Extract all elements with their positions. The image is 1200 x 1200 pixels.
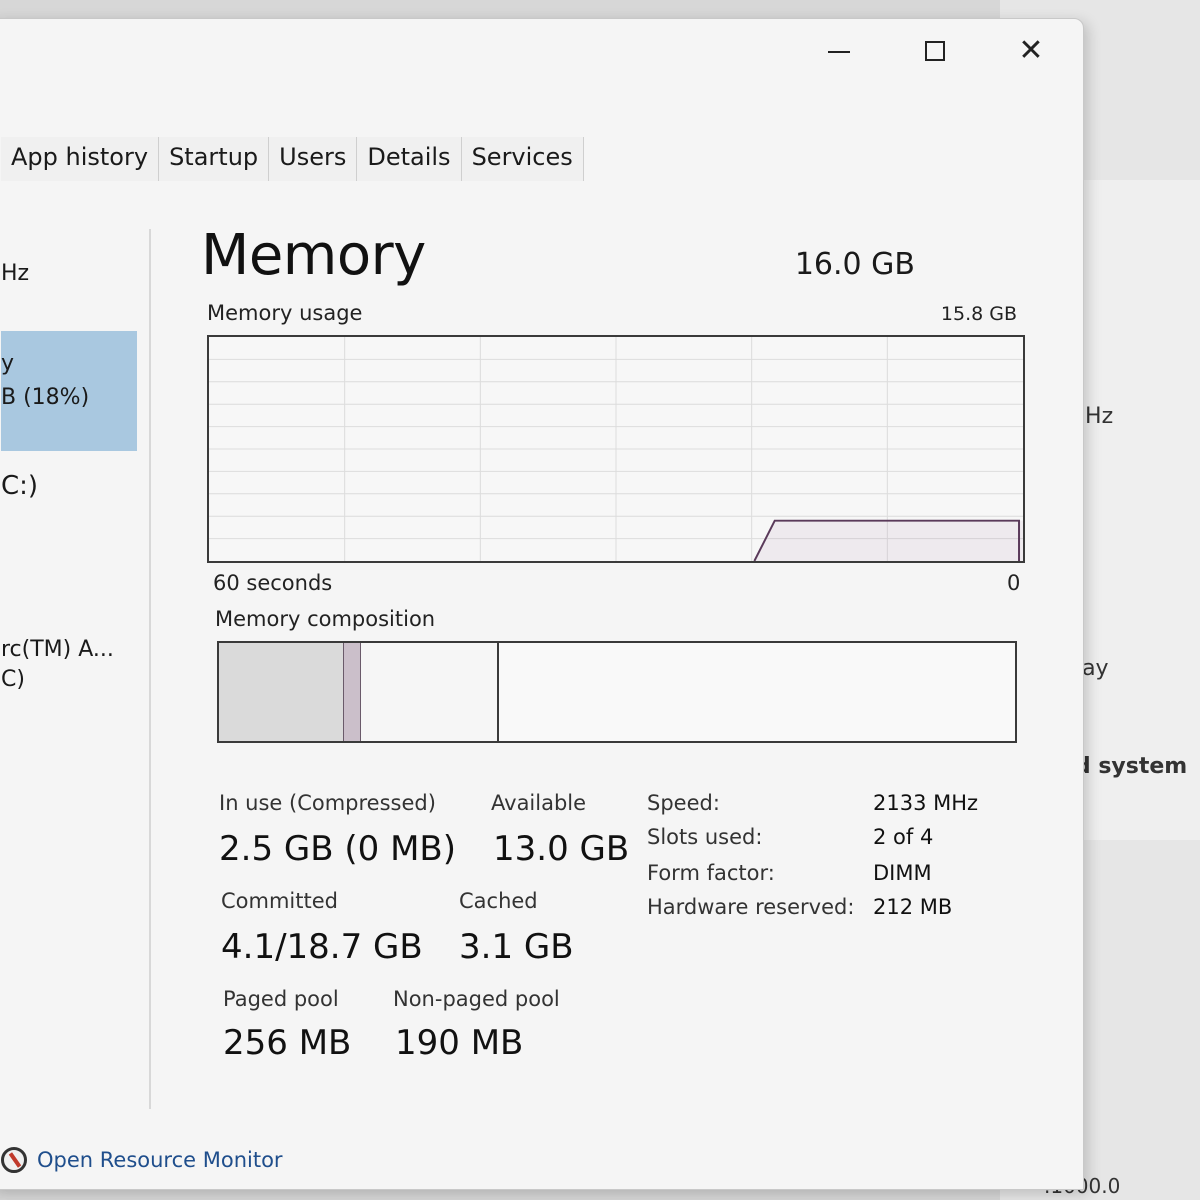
composition-standby — [361, 643, 499, 741]
non-paged-pool-label: Non-paged pool — [393, 987, 560, 1011]
sidebar-item-cpu-speed[interactable]: Hz — [1, 261, 29, 286]
tab-app-history[interactable]: App history — [1, 137, 160, 181]
tab-bar: App history Startup Users Details Servic… — [1, 137, 584, 181]
memory-usage-graph-svg — [209, 337, 1023, 561]
slots-used-value: 2 of 4 — [873, 825, 934, 849]
graph-usage-area — [754, 520, 1023, 561]
close-icon: ✕ — [1018, 33, 1044, 68]
page-title: Memory — [201, 223, 426, 288]
window-controls: ✕ — [809, 33, 1061, 69]
memory-composition-bar — [217, 641, 1017, 743]
open-resource-monitor-link[interactable]: Open Resource Monitor — [1, 1147, 283, 1173]
sidebar-item-memory-usage: B (18%) — [1, 385, 90, 410]
sidebar-divider — [149, 229, 151, 1109]
time-axis-left: 60 seconds — [213, 571, 333, 595]
sidebar-item-memory-title: y — [1, 351, 15, 376]
time-axis-right: 0 — [1007, 571, 1021, 595]
tab-users[interactable]: Users — [269, 137, 358, 181]
cached-value: 3.1 GB — [459, 927, 574, 967]
form-factor-label: Form factor: — [647, 861, 775, 885]
form-factor-value: DIMM — [873, 861, 932, 885]
available-label: Available — [491, 791, 587, 815]
composition-free — [499, 643, 1015, 741]
slots-used-label: Slots used: — [647, 825, 763, 849]
in-use-label: In use (Compressed) — [219, 791, 436, 815]
composition-modified — [343, 643, 361, 741]
paged-pool-value: 256 MB — [223, 1023, 352, 1063]
available-value: 13.0 GB — [493, 829, 630, 869]
hardware-reserved-value: 212 MB — [873, 895, 953, 919]
in-use-value: 2.5 GB (0 MB) — [219, 829, 456, 869]
memory-composition-label: Memory composition — [215, 607, 436, 631]
sidebar-item-disk[interactable]: C:) — [1, 471, 38, 501]
open-resource-monitor-text: Open Resource Monitor — [37, 1148, 283, 1172]
maximize-button[interactable] — [905, 33, 965, 69]
committed-label: Committed — [221, 889, 338, 913]
task-manager-window: ✕ App history Startup Users Details Serv… — [0, 18, 1084, 1190]
sidebar-item-memory[interactable]: y B (18%) — [1, 331, 137, 451]
composition-in-use — [219, 643, 343, 741]
sidebar-item-gpu-name[interactable]: rc(TM) A... — [1, 637, 114, 662]
memory-total: 16.0 GB — [794, 247, 915, 282]
minimize-icon — [828, 51, 850, 53]
speed-value: 2133 MHz — [873, 791, 979, 815]
tab-startup[interactable]: Startup — [159, 137, 270, 181]
memory-usage-max: 15.8 GB — [940, 303, 1017, 325]
non-paged-pool-value: 190 MB — [395, 1023, 524, 1063]
sidebar-item-gpu-sub: C) — [1, 667, 25, 692]
maximize-icon — [925, 41, 945, 61]
memory-usage-graph — [207, 335, 1025, 563]
paged-pool-label: Paged pool — [223, 987, 339, 1011]
cached-label: Cached — [459, 889, 538, 913]
tab-details[interactable]: Details — [357, 137, 462, 181]
tab-services[interactable]: Services — [461, 137, 584, 181]
committed-value: 4.1/18.7 GB — [221, 927, 423, 967]
close-button[interactable]: ✕ — [1001, 33, 1061, 69]
speed-label: Speed: — [647, 791, 720, 815]
resource-monitor-icon — [1, 1147, 27, 1173]
hardware-reserved-label: Hardware reserved: — [647, 895, 855, 919]
minimize-button[interactable] — [809, 33, 869, 69]
memory-usage-label: Memory usage — [207, 301, 363, 325]
